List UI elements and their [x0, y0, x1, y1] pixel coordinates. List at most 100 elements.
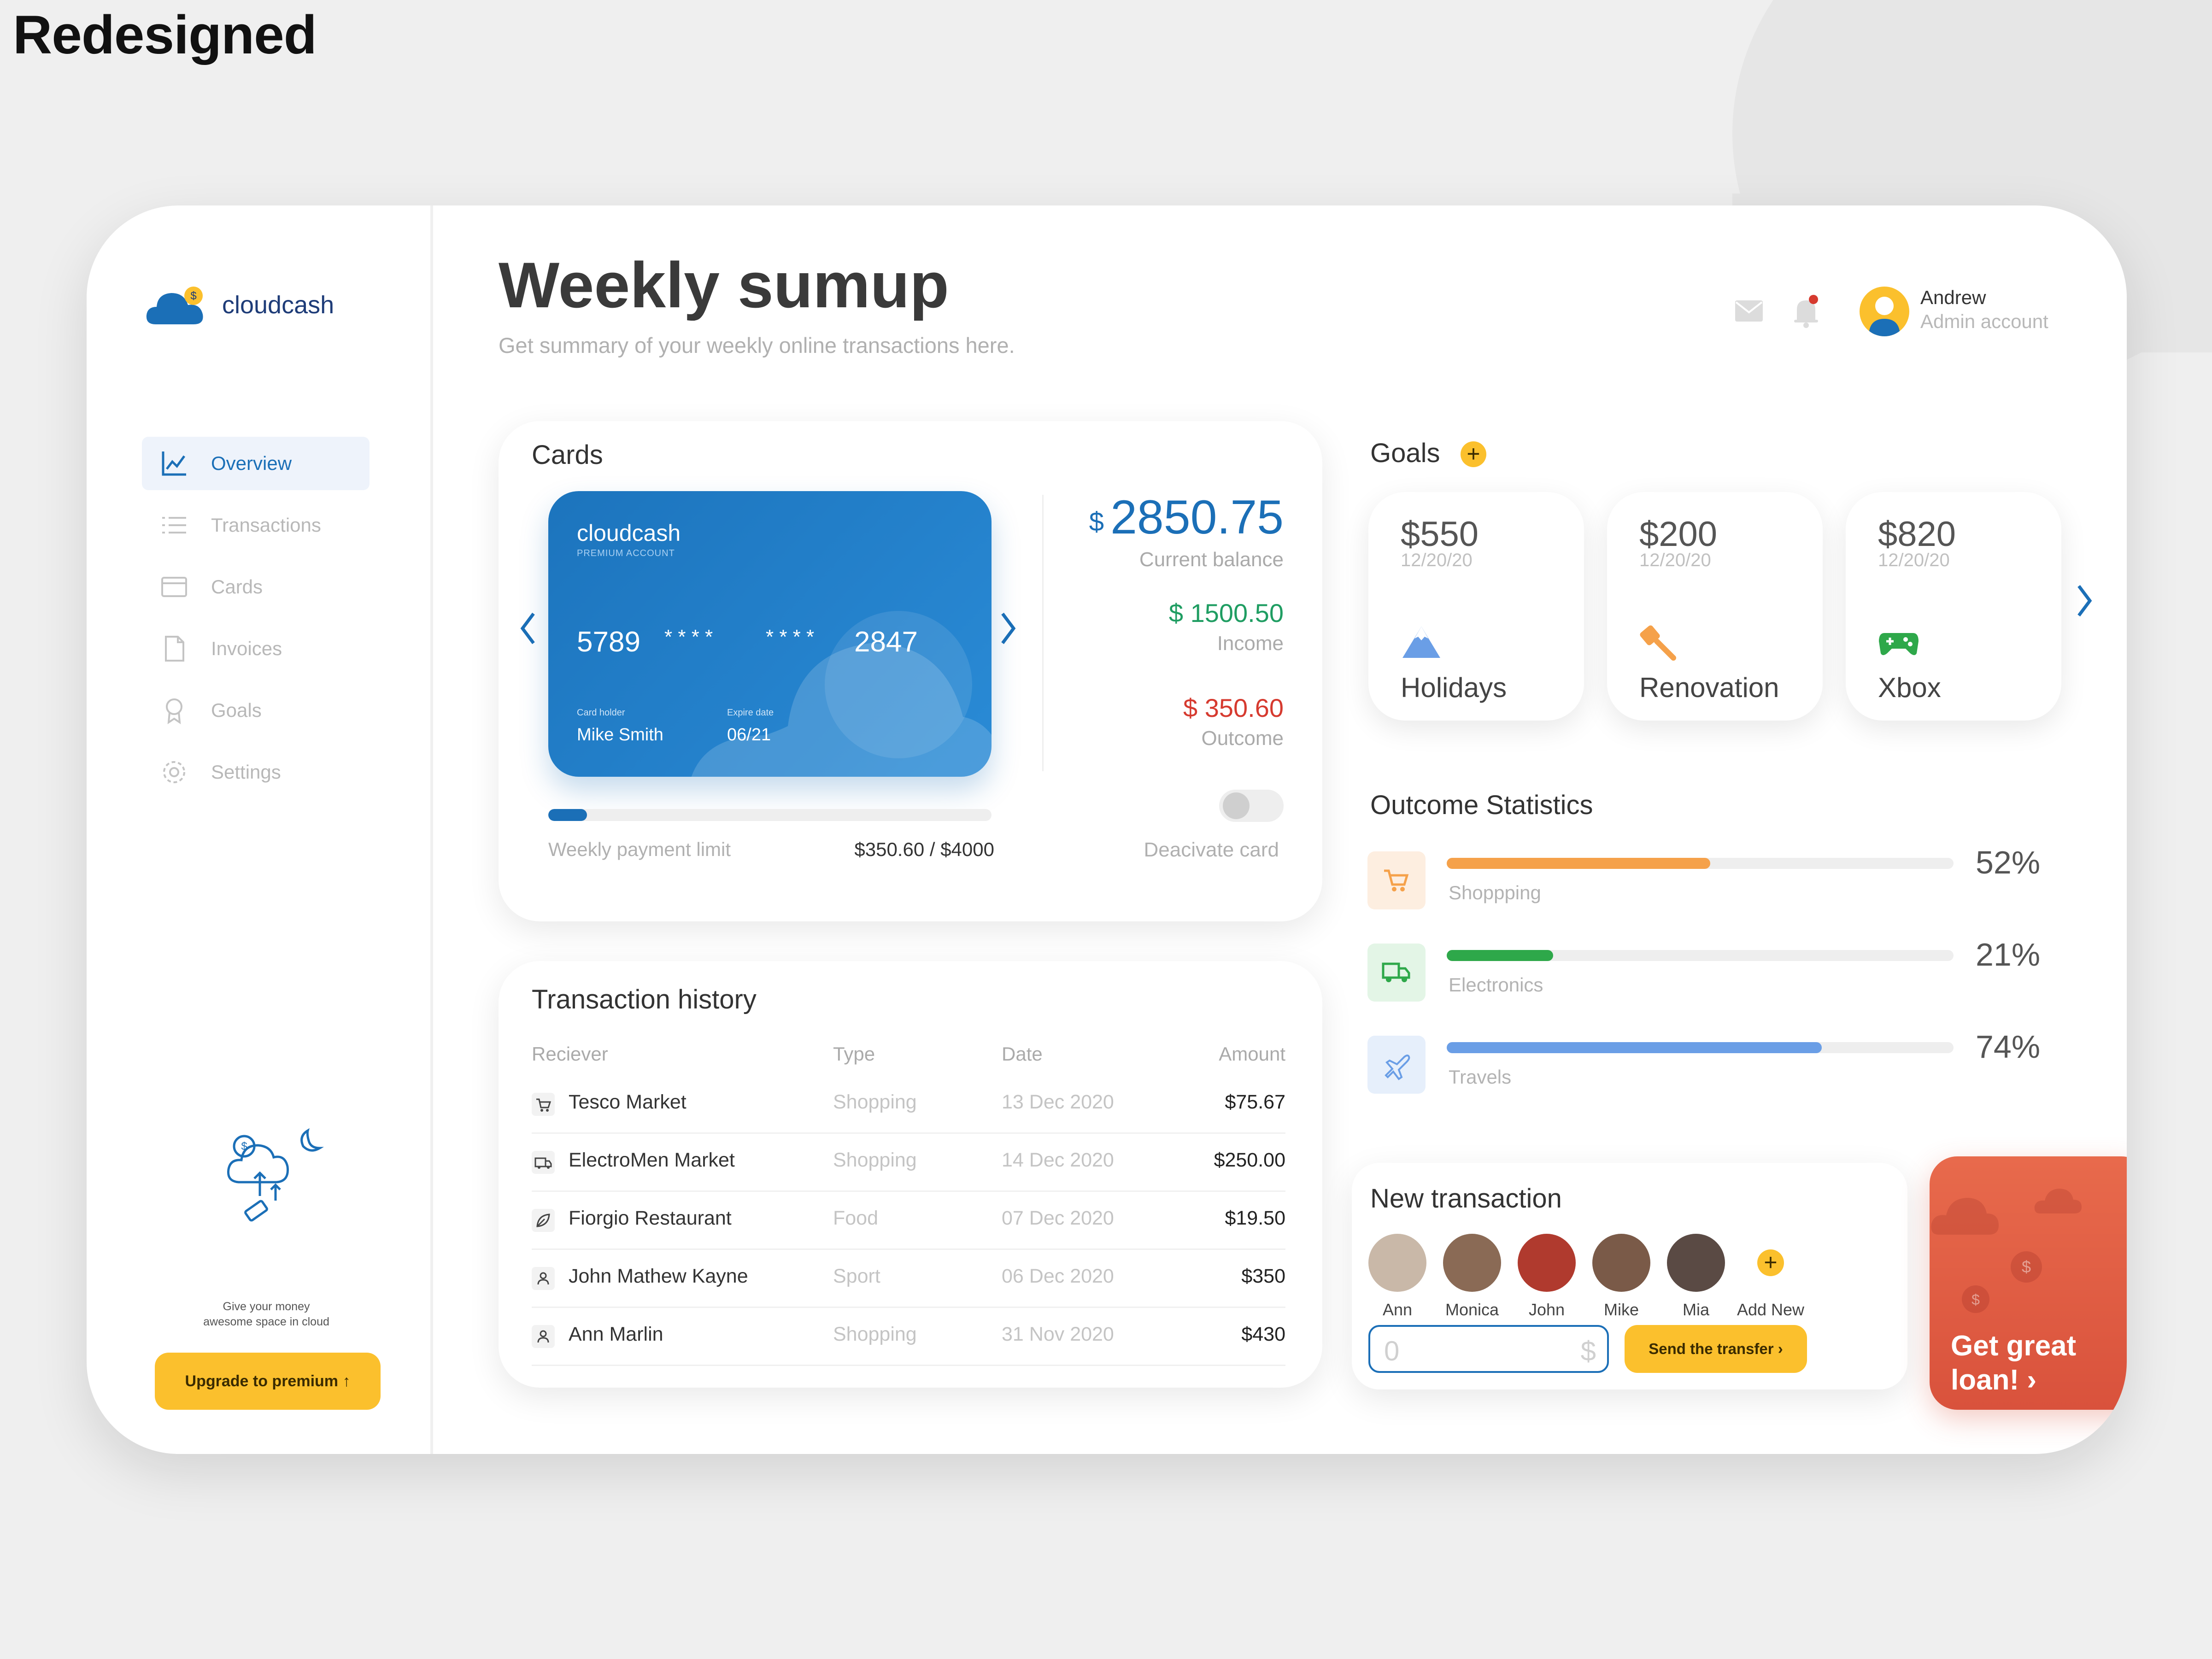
contact-ann[interactable]: Ann: [1363, 1234, 1432, 1319]
truck-icon: [532, 1151, 555, 1174]
amount-input[interactable]: 0 $: [1368, 1325, 1609, 1373]
stat-bar-fill: [1447, 950, 1553, 961]
card-number-4: 2847: [854, 626, 918, 658]
table-row[interactable]: Tesco Market Shopping 13 Dec 2020 $75.67: [532, 1074, 1285, 1134]
upgrade-button[interactable]: Upgrade to premium ↑: [155, 1353, 381, 1410]
user-icon: [532, 1267, 555, 1290]
stat-percent: 74%: [1976, 1029, 2041, 1065]
column-header: Amount: [1219, 1043, 1285, 1065]
nav-label: Cards: [211, 576, 263, 598]
receiver: Fiorgio Restaurant: [569, 1207, 732, 1229]
goal-name: Renovation: [1639, 672, 1779, 703]
stat-label: Electronics: [1449, 974, 1543, 996]
contact-mike[interactable]: Mike: [1587, 1234, 1656, 1319]
goal-card[interactable]: $820 12/20/20 Xbox: [1846, 492, 2061, 721]
stat-percent: 21%: [1976, 937, 2041, 973]
card-number-2: * * * *: [664, 626, 713, 648]
column-header: Reciever: [532, 1043, 608, 1065]
card-brand: cloudcash: [577, 520, 681, 546]
brand-name: cloudcash: [222, 291, 334, 319]
deactivate-label: Deacivate card: [1144, 838, 1279, 861]
nav-transactions[interactable]: Transactions: [142, 498, 370, 552]
amount: $75.67: [1225, 1091, 1285, 1113]
loan-card[interactable]: $ $ Get great loan! ›: [1930, 1156, 2127, 1410]
amount-placeholder: 0: [1384, 1336, 1400, 1366]
new-transaction-title: New transaction: [1370, 1184, 1562, 1213]
balance: $2850.75: [1089, 490, 1284, 545]
card-number-1: 5789: [577, 626, 640, 658]
contact-name: Monica: [1445, 1300, 1499, 1319]
goal-card[interactable]: $200 12/20/20 Renovation: [1607, 492, 1823, 721]
svg-text:$: $: [241, 1140, 247, 1153]
plane-icon: [1385, 1055, 1410, 1080]
nav-overview[interactable]: Overview: [142, 437, 370, 490]
avatar: [1592, 1234, 1650, 1292]
nav-invoices[interactable]: Invoices: [142, 622, 370, 675]
income-value: $ 1500.50: [1168, 598, 1284, 627]
amount: $350: [1241, 1265, 1285, 1287]
goal-date: 12/20/20: [1401, 550, 1473, 570]
page-label: Redesigned: [13, 5, 317, 65]
goal-name: Xbox: [1878, 672, 1941, 703]
gear-icon: [160, 758, 188, 786]
nav-label: Overview: [211, 452, 292, 474]
add-new-label: Add New: [1737, 1300, 1805, 1319]
nav-settings[interactable]: Settings: [142, 745, 370, 799]
table-row[interactable]: ElectroMen Market Shopping 14 Dec 2020 $…: [532, 1132, 1285, 1192]
limit-progress-fill: [548, 809, 587, 821]
date: 06 Dec 2020: [1002, 1265, 1114, 1287]
chevron-right-icon[interactable]: [996, 610, 1019, 647]
mail-icon[interactable]: [1734, 299, 1764, 322]
cloud-logo-icon: $: [146, 287, 203, 324]
card-expiry-label: Expire date: [727, 708, 774, 718]
contact-name: Mia: [1682, 1300, 1709, 1319]
send-transfer-button[interactable]: Send the transfer ›: [1625, 1325, 1807, 1373]
stats-title: Outcome Statistics: [1370, 790, 1593, 820]
add-goal-button[interactable]: +: [1461, 441, 1486, 467]
chevron-left-icon[interactable]: [517, 610, 540, 647]
add-new-contact[interactable]: + Add New: [1736, 1234, 1805, 1319]
nav-goals[interactable]: Goals: [142, 684, 370, 737]
table-row[interactable]: Fiorgio Restaurant Food 07 Dec 2020 $19.…: [532, 1190, 1285, 1250]
nav-cards[interactable]: Cards: [142, 560, 370, 614]
bell-icon[interactable]: [1791, 294, 1821, 329]
credit-card[interactable]: cloudcash PREMIUM ACCOUNT 5789 * * * * *…: [548, 491, 992, 777]
table-row[interactable]: Ann Marlin Shopping 31 Nov 2020 $430: [532, 1307, 1285, 1366]
avatar: [1518, 1234, 1576, 1292]
goal-date: 12/20/20: [1878, 550, 1950, 570]
goal-card[interactable]: $550 12/20/20 Holidays: [1368, 492, 1584, 721]
type: Shopping: [833, 1323, 917, 1345]
gamepad-icon: [1879, 633, 1919, 655]
brand-logo[interactable]: $ cloudcash: [146, 282, 334, 328]
contact-name: John: [1528, 1300, 1565, 1319]
cards-panel: Cards cloudcash PREMIUM ACCOUNT 5789 * *…: [499, 421, 1322, 921]
contact-mia[interactable]: Mia: [1661, 1234, 1731, 1319]
divider: [1042, 495, 1044, 771]
svg-text:$: $: [190, 290, 196, 302]
new-transaction-panel: New transaction Ann Monica John Mike Mia…: [1352, 1163, 1907, 1389]
avatar[interactable]: [1860, 287, 1909, 336]
stat-bar: [1447, 1042, 1954, 1053]
avatar: [1443, 1234, 1501, 1292]
stat-icon-electronics: [1367, 944, 1426, 1002]
balance-currency: $: [1089, 507, 1104, 537]
table-row[interactable]: John Mathew Kayne Sport 06 Dec 2020 $350: [532, 1249, 1285, 1308]
transaction-history-panel: Transaction history Reciever Type Date A…: [499, 961, 1322, 1388]
list-icon: [160, 511, 188, 539]
column-header: Type: [833, 1043, 875, 1065]
goal-amount: $550: [1401, 515, 1479, 554]
deactivate-toggle[interactable]: [1219, 790, 1284, 822]
document-icon: [160, 635, 188, 662]
leaf-icon: [532, 1209, 555, 1232]
user-icon: [532, 1325, 555, 1348]
balance-value: 2850.75: [1110, 491, 1284, 544]
contact-john[interactable]: John: [1512, 1234, 1581, 1319]
chevron-right-icon[interactable]: [2074, 582, 2095, 619]
cloud-decoration-icon: [691, 611, 992, 777]
nav-label: Settings: [211, 761, 281, 783]
card-holder: Mike Smith: [577, 725, 663, 744]
credit-card-icon: [160, 573, 188, 601]
goal-amount: $200: [1639, 515, 1718, 554]
type: Sport: [833, 1265, 880, 1287]
contact-monica[interactable]: Monica: [1438, 1234, 1507, 1319]
